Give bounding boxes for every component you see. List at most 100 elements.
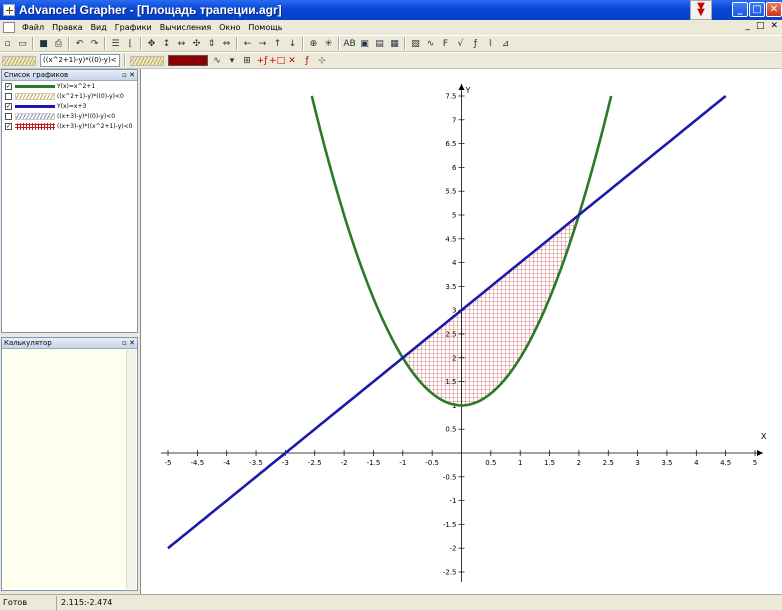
panel-close-icon[interactable]: ▫ ✕: [122, 338, 135, 349]
menu-graphs[interactable]: Графики: [111, 23, 156, 32]
graph-svg[interactable]: X Y -5 -4.5 -4 -3.5 -3 -2.5 -2 -1.5 -1 -0.5 0.5 1 1.5 2…: [141, 69, 782, 594]
hatch-style-swatch[interactable]: [2, 55, 36, 66]
x-tick-label: -1.5: [367, 459, 381, 467]
arrow-down-icon[interactable]: ↓: [286, 37, 299, 50]
y-tick-label: 6.5: [445, 140, 456, 148]
mdi-controls: _ □ ✕: [745, 21, 778, 31]
color-swatch[interactable]: [167, 55, 208, 66]
main-toolbar: ▫ ▭ ■ ⎙ ↶ ↷ ☰ ⌊ ✥ ↕ ↔ ✣ ⇕ ⇔ ← → ↑ ↓ ⊕ ✳ AB ▣ ▤ ▦ ▧ ∿ F √ ƒ ⌇ ⊿: [0, 35, 782, 52]
menu-file[interactable]: Файл: [18, 23, 48, 32]
vscale-icon[interactable]: ⇕: [205, 37, 218, 50]
calculator-scrollbar[interactable]: [126, 350, 136, 589]
area-icon[interactable]: ⊿: [499, 37, 512, 50]
close-button[interactable]: ✕: [766, 2, 782, 17]
menu-calculations[interactable]: Вычисления: [156, 23, 215, 32]
edit-icon[interactable]: ƒ: [301, 54, 314, 67]
graph-list-item[interactable]: ✓ Y(x)=x^2+1: [2, 81, 137, 91]
menu-help[interactable]: Помощь: [244, 23, 286, 32]
maximize-button[interactable]: □: [749, 2, 765, 17]
add-point-icon[interactable]: +□: [269, 54, 285, 67]
status-state: Готов: [0, 595, 57, 610]
toolbar-separator: [123, 54, 126, 67]
x-axis-arrow: [757, 450, 763, 456]
line-style-icon[interactable]: ∿: [211, 54, 224, 67]
fx-icon[interactable]: ƒ: [469, 37, 482, 50]
app-icon[interactable]: [3, 4, 15, 16]
y-tick-label: -1: [450, 497, 457, 505]
derivative-icon[interactable]: ▧: [409, 37, 422, 50]
trace-icon[interactable]: ⊹: [316, 54, 329, 67]
plot-icon[interactable]: ⌇: [484, 37, 497, 50]
document-icon[interactable]: [3, 22, 15, 33]
arrow-up-icon[interactable]: ↑: [271, 37, 284, 50]
redo-icon[interactable]: ↷: [88, 37, 101, 50]
y-tick-label: 7.5: [445, 93, 456, 101]
download-badge-icon[interactable]: ▼ ▼: [690, 0, 712, 20]
menu-window[interactable]: Окно: [215, 23, 244, 32]
y-axis-arrow: [458, 84, 465, 90]
graph-canvas[interactable]: X Y -5 -4.5 -4 -3.5 -3 -2.5 -2 -1.5 -1 -0.5 0.5 1 1.5 2…: [140, 69, 782, 594]
graph-label: ((x+3)-y)*((0)-y)<0: [57, 112, 116, 120]
print-icon[interactable]: ⎙: [52, 37, 65, 50]
toolbar-separator: [104, 37, 106, 50]
leftright-icon[interactable]: ↔: [175, 37, 188, 50]
graph-list-item[interactable]: ((x+3)-y)*((0)-y)<0: [2, 111, 137, 121]
status-coords: 2.115:-2.474: [61, 597, 113, 607]
status-bar: Готов 2.115:-2.474: [0, 594, 782, 610]
grid-icon[interactable]: ▤: [373, 37, 386, 50]
updown-icon[interactable]: ↕: [160, 37, 173, 50]
pan-icon[interactable]: ✣: [190, 37, 203, 50]
graph-list-title: Список графиков: [4, 71, 69, 79]
arrow-right-icon[interactable]: →: [256, 37, 269, 50]
mdi-restore-button[interactable]: □: [756, 21, 765, 31]
graph-visible-checkbox[interactable]: ✓: [5, 122, 12, 130]
add-graph-icon[interactable]: +ƒ: [256, 54, 269, 67]
graph-visible-checkbox[interactable]: ✓: [5, 82, 12, 90]
function-icon[interactable]: F: [439, 37, 452, 50]
label-icon[interactable]: AB: [343, 37, 356, 50]
graph-list-item[interactable]: ✓ ((x+3)-y)*((x^2+1)-y)<0: [2, 121, 137, 131]
title-bar[interactable]: Advanced Grapher - [Площадь трапеции.agr…: [0, 0, 782, 20]
undo-icon[interactable]: ↶: [73, 37, 86, 50]
new-icon[interactable]: ▫: [1, 37, 14, 50]
y-tick-label: 5: [452, 212, 456, 220]
graph-visible-checkbox[interactable]: [5, 112, 12, 120]
panel-close-icon[interactable]: ▫ ✕: [122, 70, 135, 81]
menu-view[interactable]: Вид: [87, 23, 111, 32]
x-tick-label: -1: [399, 459, 406, 467]
hscale-icon[interactable]: ⇔: [220, 37, 233, 50]
fill-pattern-swatch[interactable]: [129, 55, 164, 66]
frame-icon[interactable]: ▣: [358, 37, 371, 50]
x-tick-label: -2.5: [308, 459, 322, 467]
arrow-left-icon[interactable]: ←: [241, 37, 254, 50]
minimize-button[interactable]: _: [732, 2, 748, 17]
list-icon[interactable]: ☰: [109, 37, 122, 50]
axes-icon[interactable]: ⌊: [124, 37, 137, 50]
save-icon[interactable]: ■: [37, 37, 50, 50]
graph-list-item[interactable]: ✓ Y(x)=x+3: [2, 101, 137, 111]
delete-icon[interactable]: ✕: [286, 54, 299, 67]
x-tick-label: -4.5: [191, 459, 205, 467]
menu-edit[interactable]: Правка: [48, 23, 86, 32]
x-tick-label: -3: [282, 459, 289, 467]
formula-select[interactable]: ((x^2+1)-y)*((0)-y)<: [40, 54, 120, 67]
color-icon[interactable]: ▾: [226, 54, 239, 67]
graph-visible-checkbox[interactable]: [5, 92, 12, 100]
graph-list-item[interactable]: ((x^2+1)-y)*((0)-y)<0: [2, 91, 137, 101]
table-icon[interactable]: ▦: [388, 37, 401, 50]
graph-visible-checkbox[interactable]: ✓: [5, 102, 12, 110]
graph-list: ✓ Y(x)=x^2+1 ((x^2+1)-y)*((0)-y)<0 ✓ Y(x)=x+…: [2, 81, 137, 131]
y-tick-label: 1.5: [445, 378, 456, 386]
x-tick-label: 2: [577, 459, 581, 467]
tangent-icon[interactable]: √: [454, 37, 467, 50]
move-icon[interactable]: ✥: [145, 37, 158, 50]
mdi-close-button[interactable]: ✕: [770, 21, 778, 31]
crosshair-icon[interactable]: ⊕: [307, 37, 320, 50]
open-icon[interactable]: ▭: [16, 37, 29, 50]
mdi-minimize-button[interactable]: _: [745, 21, 750, 31]
options-icon[interactable]: ⊞: [241, 54, 254, 67]
integral-icon[interactable]: ∿: [424, 37, 437, 50]
toolbar-separator: [404, 37, 406, 50]
y-tick-label: -2.5: [443, 569, 457, 577]
snap-icon[interactable]: ✳: [322, 37, 335, 50]
